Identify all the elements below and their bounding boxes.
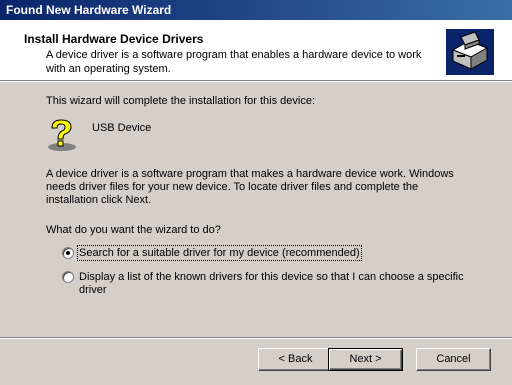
back-button[interactable]: < Back — [258, 348, 333, 371]
back-button-label: < Back — [278, 353, 313, 365]
title-bar[interactable]: Found New Hardware Wizard — [0, 0, 512, 20]
question-mark-icon — [48, 119, 76, 151]
question-text: What do you want the wizard to do? — [46, 224, 221, 236]
search-driver-radio[interactable] — [62, 247, 74, 259]
header-separator — [0, 80, 512, 82]
window-title: Found New Hardware Wizard — [6, 3, 172, 17]
hardware-wizard-icon — [446, 29, 494, 75]
display-list-radio[interactable] — [62, 271, 74, 283]
display-list-option[interactable]: Display a list of the known drivers for … — [79, 271, 479, 297]
wizard-header: Install Hardware Device Drivers A device… — [0, 20, 512, 80]
device-name: USB Device — [92, 122, 152, 134]
display-list-label: Display a list of the known drivers for … — [79, 271, 464, 296]
footer-separator — [0, 337, 512, 339]
search-driver-label: Search for a suitable driver for my devi… — [77, 245, 362, 261]
intro-text: This wizard will complete the installati… — [46, 95, 316, 107]
description-text: A device driver is a software program th… — [46, 168, 454, 206]
header-title: Install Hardware Device Drivers — [24, 32, 204, 46]
header-subtitle: A device driver is a software program th… — [46, 49, 422, 75]
cancel-button-label: Cancel — [436, 353, 471, 365]
next-button-label: Next > — [349, 353, 382, 365]
next-button[interactable]: Next > — [328, 348, 403, 371]
cancel-button[interactable]: Cancel — [416, 348, 491, 371]
search-driver-option[interactable]: Search for a suitable driver for my devi… — [77, 245, 362, 261]
